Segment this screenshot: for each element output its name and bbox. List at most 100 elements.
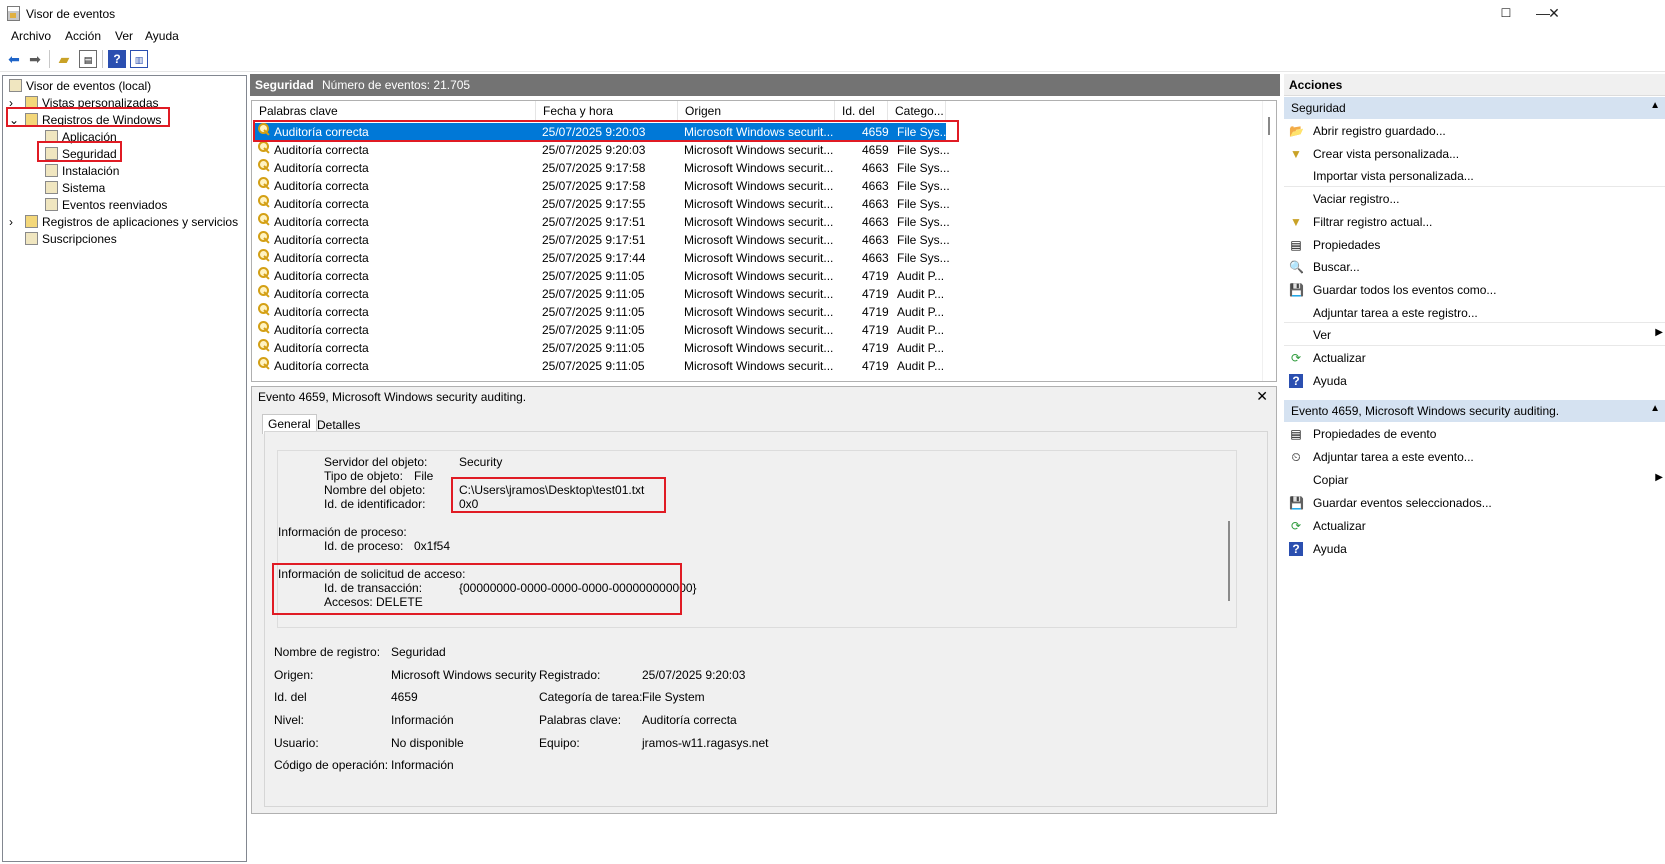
audit-success-key-icon (258, 321, 271, 333)
menu-accion[interactable]: Acción (65, 29, 101, 43)
action-help[interactable]: ? Ayuda (1284, 538, 1665, 560)
action-refresh[interactable]: ⟳ Actualizar (1284, 347, 1665, 369)
event-row[interactable]: Auditoría correcta 25/07/2025 9:11:05 Micr… (254, 357, 1266, 375)
event-id: 4663 (862, 251, 889, 265)
audit-success-key-icon (258, 339, 271, 351)
keywords-label: Palabras clave: (539, 713, 622, 727)
tree-root[interactable]: Visor de eventos (local) (9, 78, 151, 95)
action-label: Actualizar (1313, 519, 1366, 533)
object-server-label: Servidor del objeto: (324, 455, 428, 469)
action-open-saved-log[interactable]: 📂 Abrir registro guardado... (1284, 120, 1665, 142)
collapse-arrow-icon[interactable]: ▲ (1650, 403, 1660, 414)
action-event-properties[interactable]: ▤ Propiedades de evento (1284, 423, 1665, 445)
event-row[interactable]: Auditoría correcta 25/07/2025 9:17:55 Micr… (254, 195, 1266, 213)
close-detail-icon[interactable]: ✕ (1256, 388, 1268, 405)
event-keyword: Auditoría correcta (274, 215, 369, 229)
scrollbar-thumb[interactable] (1268, 117, 1270, 135)
show-hide-console-tree-icon[interactable]: ▤ (79, 50, 97, 68)
action-find[interactable]: 🔍 Buscar... (1284, 256, 1665, 278)
event-row[interactable]: Auditoría correcta 25/07/2025 9:17:58 Micr… (254, 159, 1266, 177)
properties-icon: ▤ (1290, 427, 1302, 441)
action-clear-log[interactable]: Vaciar registro... (1284, 188, 1665, 210)
event-keyword: Auditoría correcta (274, 359, 369, 373)
menu-ver[interactable]: Ver (115, 29, 133, 43)
event-id-label: Id. del (274, 690, 307, 704)
tree-setup[interactable]: Instalación (45, 163, 119, 180)
help-icon[interactable]: ? (108, 50, 126, 68)
action-filter-current-log[interactable]: ▼ Filtrar registro actual... (1284, 211, 1665, 233)
event-id: 4719 (862, 305, 889, 319)
event-row-partial[interactable] (254, 375, 1266, 381)
action-save-all-events[interactable]: 💾 Guardar todos los eventos como... (1284, 279, 1665, 301)
action-copy[interactable]: Copiar ▶ (1284, 469, 1665, 491)
tree-subscriptions[interactable]: Suscripciones (25, 231, 117, 248)
actions-section-security[interactable]: Seguridad ▲ (1284, 97, 1665, 119)
column-event-id[interactable]: Id. del ... (835, 101, 888, 139)
event-category: File Sys... (897, 233, 950, 247)
event-row[interactable]: Auditoría correcta 25/07/2025 9:17:51 Micr… (254, 213, 1266, 231)
actions-pane: Acciones Seguridad ▲ 📂 Abrir registro gua… (1284, 74, 1665, 814)
audit-success-key-icon (258, 357, 271, 369)
scrollbar-thumb[interactable] (1228, 521, 1230, 601)
event-row[interactable]: Auditoría correcta 25/07/2025 9:20:03 Micr… (254, 141, 1266, 159)
event-datetime: 25/07/2025 9:11:05 (542, 269, 645, 283)
event-row[interactable]: Auditoría correcta 25/07/2025 9:17:44 Micr… (254, 249, 1266, 267)
event-viewer-icon (9, 79, 22, 92)
event-row[interactable]: Auditoría correcta 25/07/2025 9:11:05 Micr… (254, 267, 1266, 285)
event-datetime: 25/07/2025 9:17:55 (542, 197, 646, 211)
help-icon: ? (1289, 373, 1303, 388)
event-row[interactable]: Auditoría correcta 25/07/2025 9:11:05 Micr… (254, 321, 1266, 339)
action-view[interactable]: Ver ▶ (1284, 324, 1665, 346)
event-row[interactable]: Auditoría correcta 25/07/2025 9:11:05 Micr… (254, 339, 1266, 357)
event-keyword: Auditoría correcta (274, 197, 369, 211)
object-name-label: Nombre del objeto: (324, 483, 426, 497)
column-keywords[interactable]: Palabras clave (252, 101, 536, 122)
event-source: Microsoft Windows securit... (684, 269, 834, 283)
tree-apps-services[interactable]: Registros de aplicaciones y servicios (25, 214, 238, 231)
action-attach-task-to-log[interactable]: Adjuntar tarea a este registro... (1284, 302, 1665, 324)
event-id: 4719 (862, 287, 889, 301)
refresh-icon: ⟳ (1290, 351, 1302, 365)
actions-section-event[interactable]: Evento 4659, Microsoft Windows security … (1284, 400, 1665, 422)
toolbar: ⬅ ➡ ▰ ▤ ? ▥ (0, 46, 1665, 72)
action-create-custom-view[interactable]: ▼ Crear vista personalizada... (1284, 143, 1665, 165)
event-source: Microsoft Windows securit... (684, 305, 834, 319)
menu-archivo[interactable]: Archivo (11, 29, 51, 43)
description-scrollbar[interactable] (1224, 451, 1236, 627)
folder-up-icon[interactable]: ▰ (55, 50, 73, 68)
chevron-right-icon[interactable]: › (9, 214, 13, 231)
process-id-value: 0x1f54 (414, 539, 451, 553)
column-category[interactable]: Catego... (888, 101, 946, 122)
column-datetime[interactable]: Fecha y hora (536, 101, 678, 122)
close-window-button[interactable]: ✕ (1531, 0, 1577, 28)
action-import-custom-view[interactable]: Importar vista personalizada... (1284, 165, 1665, 187)
audit-success-key-icon (258, 267, 271, 279)
collapse-arrow-icon[interactable]: ▲ (1650, 100, 1660, 111)
tree-system[interactable]: Sistema (45, 180, 105, 197)
action-help[interactable]: ? Ayuda (1284, 370, 1665, 392)
actions-title: Acciones (1289, 78, 1343, 92)
general-tab-body: Servidor del objeto: Security Tipo de ob… (264, 431, 1268, 807)
menu-ayuda[interactable]: Ayuda (145, 29, 179, 43)
tree-forwarded-events[interactable]: Eventos reenviados (45, 197, 167, 214)
event-row[interactable]: Auditoría correcta 25/07/2025 9:17:58 Micr… (254, 177, 1266, 195)
action-attach-task-to-event[interactable]: ⏲ Adjuntar tarea a este evento... (1284, 446, 1665, 468)
column-source[interactable]: Origen (678, 101, 835, 122)
show-action-pane-icon[interactable]: ▥ (130, 50, 148, 68)
action-properties[interactable]: ▤ Propiedades (1284, 234, 1665, 256)
action-refresh[interactable]: ⟳ Actualizar (1284, 515, 1665, 537)
event-row[interactable]: Auditoría correcta 25/07/2025 9:11:05 Micr… (254, 303, 1266, 321)
action-save-selected-events[interactable]: 💾 Guardar eventos seleccionados... (1284, 492, 1665, 514)
event-row[interactable]: Auditoría correcta 25/07/2025 9:11:05 Micr… (254, 285, 1266, 303)
event-list: Palabras clave Fecha y hora Origen Id. d… (251, 100, 1277, 382)
maximize-button[interactable]: ☐ (1483, 0, 1529, 28)
action-label: Vaciar registro... (1313, 192, 1400, 207)
action-label: Copiar (1313, 473, 1349, 487)
filter-icon: ▼ (1290, 214, 1302, 229)
event-row[interactable]: Auditoría correcta 25/07/2025 9:17:51 Micr… (254, 231, 1266, 249)
back-arrow-icon[interactable]: ⬅ (5, 50, 23, 68)
opcode-value: Información (391, 758, 454, 772)
event-list-scrollbar[interactable] (1262, 101, 1276, 381)
audit-success-key-icon (258, 177, 271, 189)
forward-arrow-icon[interactable]: ➡ (26, 50, 44, 68)
